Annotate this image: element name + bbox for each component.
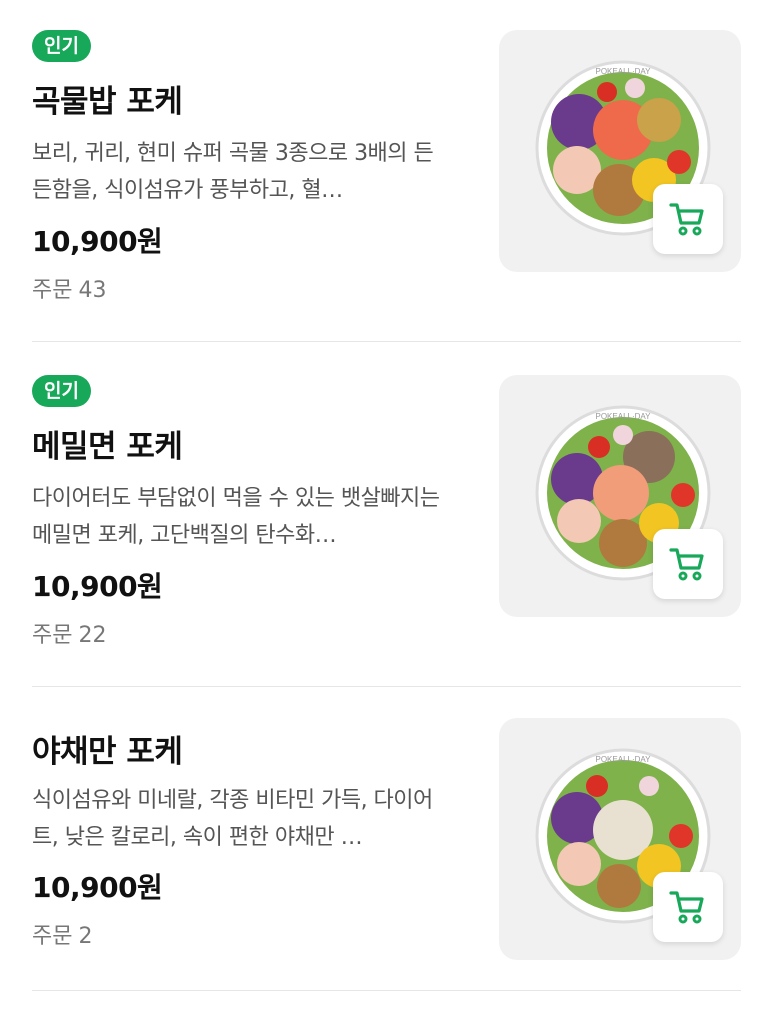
menu-item-price: 10,900원 bbox=[32, 871, 163, 904]
add-to-cart-button[interactable] bbox=[653, 872, 723, 942]
cart-icon bbox=[669, 548, 704, 581]
item-divider bbox=[32, 341, 741, 342]
order-count: 주문 2 bbox=[32, 918, 98, 950]
add-to-cart-button[interactable] bbox=[653, 529, 723, 599]
order-count-label: 주문 bbox=[32, 623, 73, 648]
cart-icon bbox=[669, 203, 704, 236]
menu-item-name: 곡물밥 포케 bbox=[32, 84, 183, 120]
order-count-label: 주문 bbox=[32, 924, 73, 949]
menu-list: 인기 곡물밥 포케 보리, 귀리, 현미 슈퍼 곡물 3종으로 3배의 든든함을… bbox=[0, 0, 773, 995]
item-divider bbox=[32, 686, 741, 687]
popular-badge: 인기 bbox=[32, 375, 91, 407]
bowl-brand-text: POKEALL·DAY bbox=[596, 412, 652, 421]
menu-item-description: 다이어터도 부담없이 먹을 수 있는 뱃살빠지는 메밀면 포케, 고단백질의 탄… bbox=[32, 486, 440, 548]
bowl-brand-text: POKEALL·DAY bbox=[596, 755, 652, 764]
order-count-value: 22 bbox=[78, 623, 107, 648]
menu-item-name: 메밀면 포케 bbox=[32, 429, 183, 465]
order-count: 주문 22 bbox=[32, 617, 112, 649]
bowl-brand-text: POKEALL·DAY bbox=[596, 67, 652, 76]
order-count-value: 2 bbox=[78, 924, 93, 949]
menu-item-grain-poke[interactable]: 인기 곡물밥 포케 보리, 귀리, 현미 슈퍼 곡물 3종으로 3배의 든든함을… bbox=[0, 30, 773, 330]
menu-item-name: 야채만 포케 bbox=[32, 734, 183, 770]
popular-badge: 인기 bbox=[32, 30, 91, 62]
menu-item-price: 10,900원 bbox=[32, 225, 163, 258]
menu-item-description: 보리, 귀리, 현미 슈퍼 곡물 3종으로 3배의 든든함을, 식이섬유가 풍부… bbox=[32, 141, 434, 203]
menu-item-veggie-poke[interactable]: 야채만 포케 식이섬유와 미네랄, 각종 비타민 가득, 다이어트, 낮은 칼로… bbox=[0, 718, 773, 1018]
cart-icon bbox=[669, 891, 704, 924]
menu-item-buckwheat-poke[interactable]: 인기 메밀면 포케 다이어터도 부담없이 먹을 수 있는 뱃살빠지는 메밀면 포… bbox=[0, 375, 773, 675]
menu-item-price: 10,900원 bbox=[32, 570, 163, 603]
menu-item-description: 식이섬유와 미네랄, 각종 비타민 가득, 다이어트, 낮은 칼로리, 속이 편… bbox=[32, 788, 433, 850]
item-divider bbox=[32, 990, 741, 991]
order-count-label: 주문 bbox=[32, 278, 73, 303]
add-to-cart-button[interactable] bbox=[653, 184, 723, 254]
order-count-value: 43 bbox=[78, 278, 107, 303]
order-count: 주문 43 bbox=[32, 272, 112, 304]
